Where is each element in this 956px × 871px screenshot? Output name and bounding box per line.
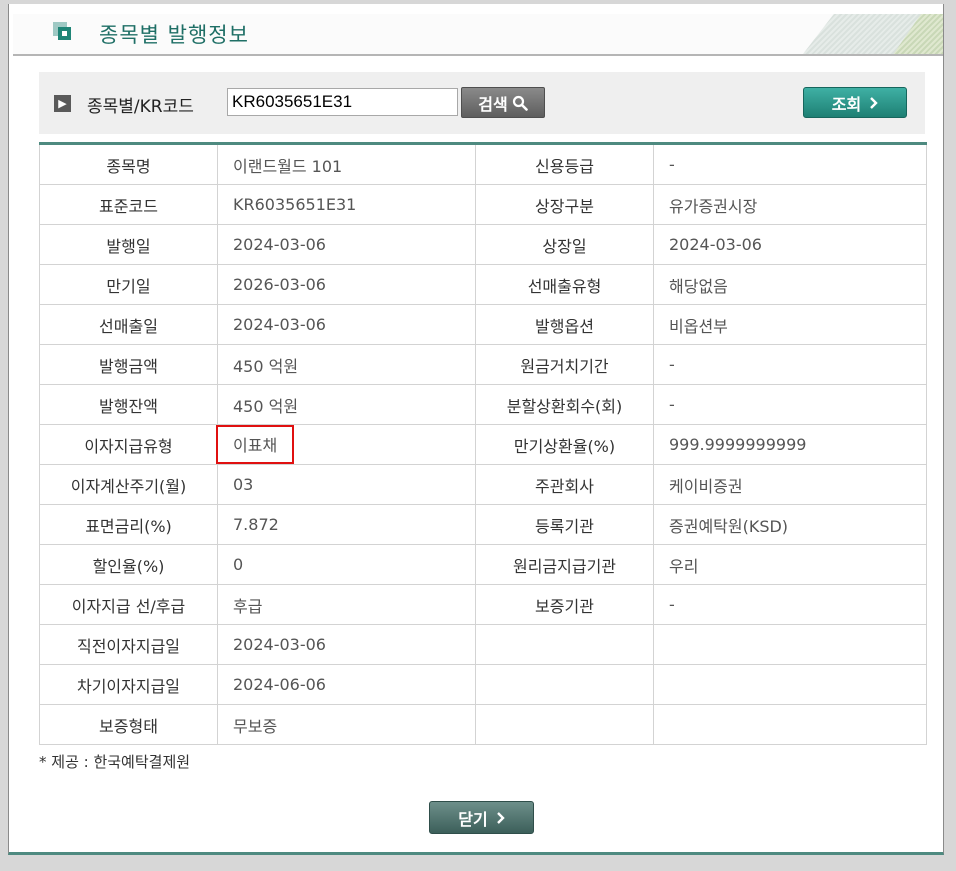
field-label: 보증기관 [475, 584, 654, 625]
table-row: 이자지급유형 이표채 만기상환율(%) 999.9999999999 [39, 424, 927, 465]
search-button[interactable]: 검색 [461, 87, 545, 118]
field-value: 케이비증권 [653, 464, 927, 505]
field-label: 이자지급유형 [39, 424, 218, 465]
field-label: 직전이자지급일 [39, 624, 218, 665]
table-row: 만기일 2026-03-06 선매출유형 해당없음 [39, 264, 927, 305]
chevron-right-icon [870, 96, 878, 109]
table-row: 이자지급 선/후급 후급 보증기관 - [39, 584, 927, 625]
search-bar: ▶ 종목별/KR코드 검색 조회 [39, 72, 925, 134]
field-value: 이표채 [216, 424, 476, 465]
title-square-icon [53, 22, 71, 40]
field-label: 원금거치기간 [475, 344, 654, 385]
field-label: 보증형태 [39, 704, 218, 745]
field-value [653, 704, 927, 745]
field-value: 해당없음 [653, 264, 927, 305]
search-label: 종목별/KR코드 [87, 97, 194, 117]
field-label: 표준코드 [39, 184, 218, 225]
field-label: 발행금액 [39, 344, 218, 385]
table-row: 표면금리(%) 7.872 등록기관 증권예탁원(KSD) [39, 504, 927, 545]
field-label: 발행잔액 [39, 384, 218, 425]
field-value: 0 [217, 544, 476, 585]
field-label: 주관회사 [475, 464, 654, 505]
field-label: 할인율(%) [39, 544, 218, 585]
field-value: 450 억원 [217, 344, 476, 385]
field-value: 2024-03-06 [217, 624, 476, 665]
field-value: 450 억원 [217, 384, 476, 425]
field-value: 2024-03-06 [653, 224, 927, 265]
table-row: 표준코드 KR6035651E31 상장구분 유가증권시장 [39, 184, 927, 225]
table-row: 발행일 2024-03-06 상장일 2024-03-06 [39, 224, 927, 265]
field-label: 원리금지급기관 [475, 544, 654, 585]
popup-header: 종목별 발행정보 [13, 14, 943, 56]
field-value: 7.872 [217, 504, 476, 545]
close-button[interactable]: 닫기 [429, 801, 534, 834]
field-label: 만기일 [39, 264, 218, 305]
field-value: 증권예탁원(KSD) [653, 504, 927, 545]
field-value: 우리 [653, 544, 927, 585]
arrow-right-icon: ▶ [54, 95, 71, 112]
table-row: 차기이자지급일 2024-06-06 [39, 664, 927, 705]
field-value [653, 664, 927, 705]
field-value: 2024-06-06 [217, 664, 476, 705]
inquire-button[interactable]: 조회 [803, 87, 907, 118]
field-label: 종목명 [39, 143, 218, 185]
field-value: 무보증 [217, 704, 476, 745]
source-footnote: * 제공 : 한국예탁결제원 [39, 753, 191, 771]
highlighted-value: 이표채 [216, 425, 295, 464]
field-value: 03 [217, 464, 476, 505]
field-value: - [653, 344, 927, 385]
chevron-right-icon [496, 811, 505, 824]
field-value: 이랜드월드 101 [217, 143, 476, 185]
field-label: 발행일 [39, 224, 218, 265]
table-row: 할인율(%) 0 원리금지급기관 우리 [39, 544, 927, 585]
field-label: 표면금리(%) [39, 504, 218, 545]
field-label: 상장일 [475, 224, 654, 265]
field-label: 차기이자지급일 [39, 664, 218, 705]
popup-window: 종목별 발행정보 ▶ 종목별/KR코드 검색 조회 종목명이랜드월드 101신용… [8, 4, 944, 855]
field-label: 등록기관 [475, 504, 654, 545]
field-value: - [653, 384, 927, 425]
field-value: KR6035651E31 [217, 184, 476, 225]
field-value: 후급 [217, 584, 476, 625]
field-value: 2024-03-06 [217, 224, 476, 265]
table-row: 선매출일 2024-03-06 발행옵션 비옵션부 [39, 304, 927, 345]
table-row: 보증형태 무보증 [39, 704, 927, 745]
table-row: 발행금액 450 억원 원금거치기간 - [39, 344, 927, 385]
search-input[interactable] [227, 88, 458, 116]
field-value: 비옵션부 [653, 304, 927, 345]
field-value: 2026-03-06 [217, 264, 476, 305]
field-value: - [653, 584, 927, 625]
search-icon [512, 95, 528, 111]
field-label: 만기상환율(%) [475, 424, 654, 465]
field-label: 신용등급 [475, 143, 654, 185]
table-row: 발행잔액 450 억원 분할상환회수(회) - [39, 384, 927, 425]
table-row: 이자계산주기(월) 03 주관회사 케이비증권 [39, 464, 927, 505]
table-row: 직전이자지급일 2024-03-06 [39, 624, 927, 665]
field-value: 999.9999999999 [653, 424, 927, 465]
bond-info-table: 종목명 이랜드월드 101 신용등급 - 표준코드 KR6035651E31 상장구분 유가증… [39, 142, 927, 745]
close-button-label: 닫기 [458, 809, 488, 829]
field-value: 2024-03-06 [217, 304, 476, 345]
field-label [475, 624, 654, 665]
field-label: 이자지급 선/후급 [39, 584, 218, 625]
field-label: 상장구분 [475, 184, 654, 225]
field-value: 유가증권시장 [653, 184, 927, 225]
field-label: 선매출유형 [475, 264, 654, 305]
field-value: - [653, 143, 927, 185]
field-label [475, 664, 654, 705]
search-button-label: 검색 [478, 94, 508, 114]
field-label: 선매출일 [39, 304, 218, 345]
field-label: 발행옵션 [475, 304, 654, 345]
field-label [475, 704, 654, 745]
page-title: 종목별 발행정보 [99, 23, 249, 47]
field-label: 분할상환회수(회) [475, 384, 654, 425]
table-row: 종목명 이랜드월드 101 신용등급 - [39, 143, 927, 185]
inquire-button-label: 조회 [831, 94, 862, 114]
field-value [653, 624, 927, 665]
field-label: 이자계산주기(월) [39, 464, 218, 505]
